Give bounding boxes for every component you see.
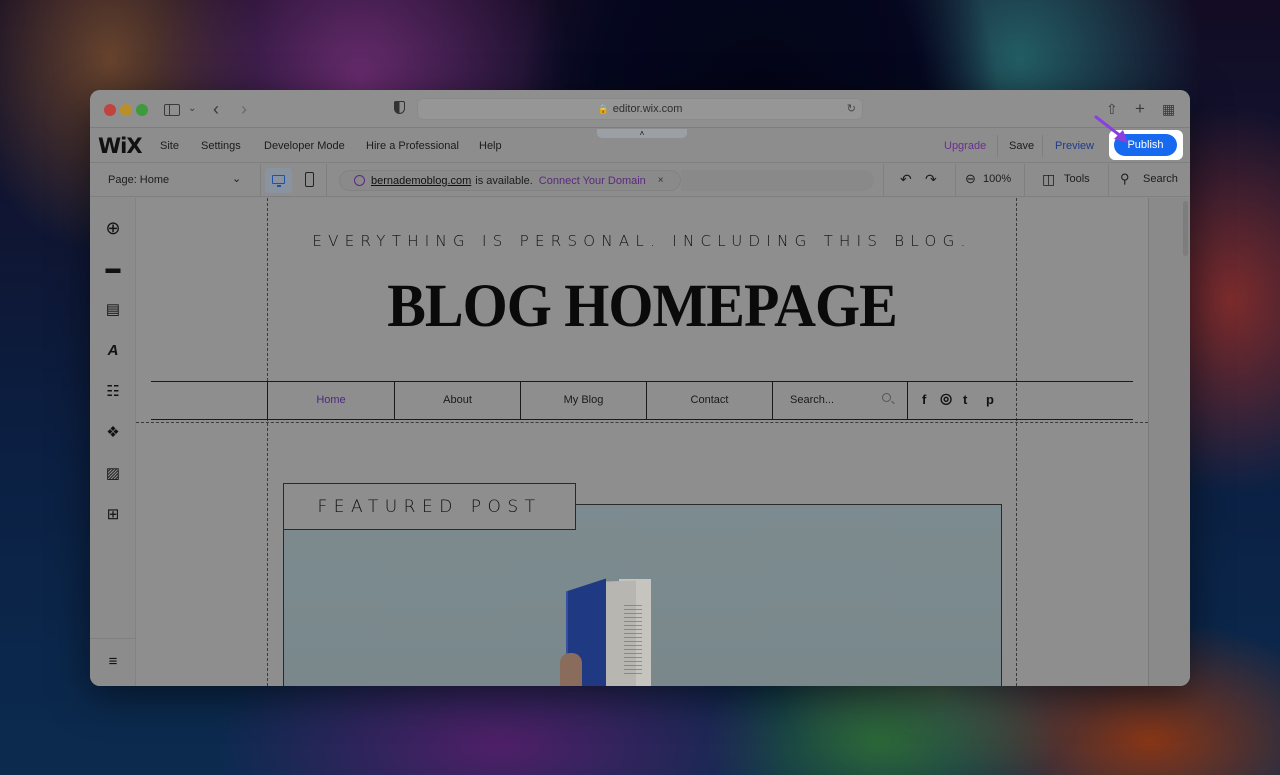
minimize-window-button[interactable]: [120, 104, 132, 116]
featured-post-label[interactable]: FEATURED POST: [283, 483, 576, 530]
divider: [1042, 135, 1043, 157]
divider: [883, 164, 884, 197]
divider: [1108, 164, 1109, 197]
nav-item-my-blog[interactable]: My Blog: [520, 381, 646, 419]
nav-item-contact[interactable]: Contact: [646, 381, 772, 419]
wix-logo[interactable]: WiX: [98, 134, 143, 158]
page-selector[interactable]: Page: Home: [108, 174, 169, 186]
twitter-icon[interactable]: t: [963, 392, 967, 407]
globe-icon: [354, 175, 365, 186]
new-tab-icon[interactable]: +: [1135, 100, 1145, 118]
divider: [260, 164, 261, 197]
domain-link[interactable]: bernademoblog.com: [371, 175, 471, 187]
mobile-view-button[interactable]: [305, 172, 314, 187]
menu-developer-mode[interactable]: Developer Mode: [264, 140, 345, 152]
business-apps-icon[interactable]: ❖: [105, 425, 121, 441]
tools-icon[interactable]: ◫: [1042, 171, 1055, 188]
back-icon[interactable]: ‹: [213, 100, 219, 118]
close-window-button[interactable]: [104, 104, 116, 116]
maximize-window-button[interactable]: [136, 104, 148, 116]
preview-button[interactable]: Preview: [1055, 140, 1094, 152]
canvas-scrollbar[interactable]: [1183, 201, 1188, 256]
cms-icon[interactable]: ⊞: [105, 507, 121, 523]
dismiss-domain-icon[interactable]: ×: [658, 175, 664, 186]
facebook-icon[interactable]: f: [922, 392, 926, 407]
address-bar[interactable]: 🔒 editor.wix.com ↻: [417, 98, 863, 120]
upgrade-link[interactable]: Upgrade: [944, 140, 986, 152]
menu-settings[interactable]: Settings: [201, 140, 241, 152]
save-button[interactable]: Save: [1009, 140, 1034, 152]
site-title[interactable]: BLOG HOMEPAGE: [136, 270, 1148, 340]
divider: [326, 164, 327, 197]
divider: [997, 135, 998, 157]
add-elements-icon[interactable]: ⊕: [105, 219, 121, 237]
tools-button[interactable]: Tools: [1064, 173, 1090, 185]
zoom-level[interactable]: 100%: [983, 173, 1011, 185]
nav-item-about[interactable]: About: [394, 381, 520, 419]
canvas-right-gutter: [1148, 198, 1190, 686]
site-tagline[interactable]: EVERYTHING IS PERSONAL. INCLUDING THIS B…: [136, 232, 1148, 250]
pages-menu-icon[interactable]: ▤: [105, 302, 121, 318]
add-apps-icon[interactable]: ☷: [105, 384, 121, 400]
chevron-down-icon[interactable]: ⌄: [188, 100, 196, 118]
domain-banner: bernademoblog.com is available. Connect …: [339, 170, 681, 191]
divider: [955, 164, 956, 197]
search-icon[interactable]: ⚲: [1120, 171, 1130, 187]
instagram-icon[interactable]: ◎: [940, 390, 952, 407]
chevron-down-icon[interactable]: ⌄: [232, 172, 241, 185]
menu-help[interactable]: Help: [479, 140, 502, 152]
desktop-view-button[interactable]: [265, 168, 292, 193]
privacy-shield-icon[interactable]: [394, 101, 405, 114]
menu-site[interactable]: Site: [160, 140, 179, 152]
redo-icon[interactable]: ↷: [925, 171, 937, 188]
search-button[interactable]: Search: [1143, 173, 1178, 185]
hand: [560, 653, 582, 686]
undo-icon[interactable]: ↶: [900, 171, 912, 188]
site-search-input[interactable]: Search...: [772, 381, 907, 419]
wix-editor-toolbar: Page: Home ⌄ bernademoblog.com is availa…: [90, 164, 1190, 197]
tab-overview-icon[interactable]: ▦: [1162, 100, 1175, 118]
divider: [90, 638, 136, 639]
editor-canvas[interactable]: EVERYTHING IS PERSONAL. INCLUDING THIS B…: [136, 198, 1148, 686]
add-section-icon[interactable]: ▬: [105, 261, 121, 277]
arrow-pointer-icon: [1094, 115, 1128, 143]
url-text: editor.wix.com: [612, 103, 683, 115]
nav-bottom-border: [151, 419, 1133, 420]
media-icon[interactable]: ▨: [105, 466, 121, 482]
featured-post-image[interactable]: [283, 504, 1002, 686]
domain-status: is available.: [475, 174, 533, 187]
desktop-icon-stand: [277, 185, 281, 187]
domain-bar-track: [681, 170, 874, 191]
divider: [907, 381, 908, 419]
browser-titlebar: ⌄ ‹ › 🔒 editor.wix.com ↻ ⇧ + ▦: [90, 90, 1190, 128]
search-icon: [882, 393, 891, 402]
forward-icon[interactable]: ›: [241, 100, 247, 118]
zoom-out-icon[interactable]: ⊖: [965, 171, 976, 187]
divider: [1024, 164, 1025, 197]
header-boundary: [136, 422, 1148, 423]
site-design-icon[interactable]: A: [105, 343, 121, 359]
chevron-up-icon: ˄: [639, 129, 645, 138]
book-text: [624, 605, 642, 675]
connect-domain-link[interactable]: Connect Your Domain: [539, 175, 646, 187]
desktop-icon: [272, 175, 285, 184]
browser-window: ⌄ ‹ › 🔒 editor.wix.com ↻ ⇧ + ▦ WiX Site …: [90, 90, 1190, 686]
wix-top-bar: WiX Site Settings Developer Mode Hire a …: [90, 115, 1190, 163]
nav-item-home[interactable]: Home: [267, 381, 394, 419]
menu-hire-professional[interactable]: Hire a Professional: [366, 140, 459, 152]
left-tool-panel: ⊕ ▬ ▤ A ☷ ❖ ▨ ⊞ ≡: [90, 198, 136, 686]
pinterest-icon[interactable]: p: [986, 392, 994, 407]
sidebar-toggle-icon[interactable]: [164, 104, 180, 116]
lock-icon: 🔒: [597, 103, 609, 114]
layers-icon[interactable]: ≡: [105, 654, 121, 670]
collapse-toolbar-tab[interactable]: ˄: [597, 129, 687, 138]
reload-icon[interactable]: ↻: [847, 102, 856, 115]
search-placeholder: Search...: [790, 394, 835, 406]
